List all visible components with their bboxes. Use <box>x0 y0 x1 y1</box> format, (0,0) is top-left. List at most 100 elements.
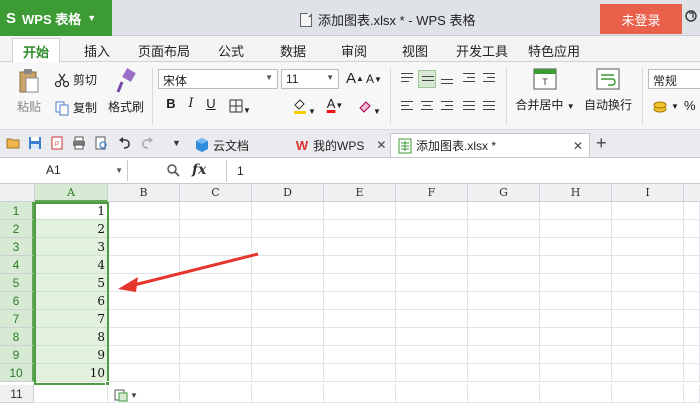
grid-cell[interactable] <box>684 385 700 403</box>
grid-cell[interactable] <box>252 292 324 310</box>
align-top-button[interactable] <box>398 70 416 88</box>
grid-cell[interactable] <box>108 328 180 346</box>
cell-a2[interactable]: 2 <box>35 220 108 238</box>
column-header-f[interactable]: F <box>396 184 468 202</box>
font-size-select[interactable]: 11 ▼ <box>281 69 339 89</box>
grid-cell[interactable] <box>468 346 540 364</box>
grid-cell[interactable] <box>396 364 468 382</box>
grid-cell[interactable] <box>396 256 468 274</box>
merge-center-button[interactable]: T 合并居中 ▼ <box>512 68 578 113</box>
font-color-button[interactable]: A▼ <box>322 96 348 116</box>
grid-cell[interactable] <box>468 328 540 346</box>
font-name-select[interactable]: 宋体 ▼ <box>158 69 278 89</box>
grid-cell[interactable] <box>324 256 396 274</box>
grid-cell[interactable] <box>468 364 540 382</box>
grid-cell[interactable] <box>324 238 396 256</box>
cell-a10[interactable]: 10 <box>35 364 108 382</box>
grid-cell[interactable] <box>396 328 468 346</box>
align-right-button[interactable] <box>438 98 456 116</box>
grid-cell[interactable] <box>684 256 700 274</box>
italic-button[interactable]: I <box>182 96 200 116</box>
grow-font-button[interactable]: A ▲ <box>346 70 364 87</box>
distribute-button[interactable] <box>480 98 498 116</box>
underline-button[interactable]: U <box>202 96 220 116</box>
grid-cell[interactable] <box>684 346 700 364</box>
tab-review[interactable]: 审阅 <box>341 41 367 60</box>
row-header[interactable]: 7 <box>0 310 34 328</box>
justify-button[interactable] <box>460 98 478 116</box>
row-header[interactable]: 6 <box>0 292 34 310</box>
grid-cell[interactable] <box>324 274 396 292</box>
bold-button[interactable]: B <box>162 96 180 116</box>
login-button[interactable]: 未登录 <box>600 4 682 34</box>
grid-cell[interactable] <box>396 310 468 328</box>
row-header[interactable]: 9 <box>0 346 34 364</box>
number-format-select[interactable]: 常规 <box>648 69 700 89</box>
tab-insert[interactable]: 插入 <box>84 41 110 60</box>
grid-cell[interactable] <box>180 310 252 328</box>
grid-cell[interactable] <box>612 346 684 364</box>
grid-cell[interactable] <box>540 346 612 364</box>
cell-a1[interactable]: 1 <box>35 202 108 220</box>
grid-cell[interactable] <box>180 202 252 220</box>
grid-cell[interactable] <box>540 328 612 346</box>
grid-cell[interactable] <box>180 385 252 403</box>
grid-cell[interactable] <box>396 220 468 238</box>
cell-a4[interactable]: 4 <box>35 256 108 274</box>
cell-a7[interactable]: 7 <box>35 310 108 328</box>
grid-cell[interactable] <box>684 328 700 346</box>
align-bottom-button[interactable] <box>438 70 456 88</box>
app-menu-button[interactable]: S WPS 表格 ▼ <box>0 0 112 36</box>
grid-cell[interactable] <box>468 220 540 238</box>
clear-format-button[interactable]: ▼ <box>356 96 382 116</box>
redo-icon[interactable] <box>140 136 154 150</box>
save-icon[interactable] <box>28 136 42 150</box>
grid-cell[interactable] <box>540 220 612 238</box>
grid-cell[interactable] <box>612 328 684 346</box>
insert-function-button[interactable]: fx <box>192 162 206 178</box>
grid-cell[interactable] <box>108 292 180 310</box>
grid-cell[interactable] <box>324 292 396 310</box>
print-icon[interactable] <box>72 136 86 150</box>
grid-cell[interactable] <box>540 385 612 403</box>
tab-home[interactable]: 开始 <box>12 38 61 63</box>
grid-cell[interactable] <box>468 256 540 274</box>
new-tab-plus-icon[interactable]: + <box>596 133 607 154</box>
grid-cell[interactable] <box>396 238 468 256</box>
spreadsheet-grid[interactable]: A B C D E F G H I 1 2 3 4 5 6 7 8 9 10 1… <box>0 184 700 407</box>
row-header[interactable]: 8 <box>0 328 34 346</box>
grid-cell[interactable] <box>540 238 612 256</box>
fill-handle[interactable] <box>105 381 110 386</box>
grid-cell[interactable] <box>468 238 540 256</box>
grid-cell[interactable] <box>396 274 468 292</box>
copy-button[interactable]: 复制 <box>54 99 97 116</box>
grid-cell[interactable] <box>684 364 700 382</box>
paste-button[interactable]: 粘贴 <box>12 68 46 115</box>
row-header[interactable]: 5 <box>0 274 34 292</box>
column-header-h[interactable]: H <box>540 184 612 202</box>
grid-cell[interactable] <box>684 292 700 310</box>
grid-cell[interactable] <box>684 310 700 328</box>
close-icon[interactable]: ✕ <box>376 138 386 152</box>
grid-cell[interactable] <box>612 310 684 328</box>
tab-developer[interactable]: 开发工具 <box>456 41 508 60</box>
export-pdf-icon[interactable]: P <box>50 136 64 150</box>
grid-cell[interactable] <box>252 328 324 346</box>
grid-cell[interactable] <box>252 346 324 364</box>
grid-cell[interactable] <box>396 385 468 403</box>
grid-cell[interactable] <box>540 274 612 292</box>
chevron-down-icon[interactable]: ▼ <box>172 138 181 148</box>
shrink-font-button[interactable]: A ▼ <box>366 72 382 86</box>
grid-cell[interactable] <box>612 292 684 310</box>
grid-cell[interactable] <box>468 292 540 310</box>
grid-cell[interactable] <box>612 274 684 292</box>
column-header-a[interactable]: A <box>35 184 108 202</box>
grid-cell[interactable] <box>396 202 468 220</box>
column-header-d[interactable]: D <box>252 184 324 202</box>
grid-cell[interactable] <box>324 328 396 346</box>
close-icon[interactable]: ✕ <box>573 139 583 153</box>
grid-cell[interactable] <box>396 292 468 310</box>
grid-cell[interactable] <box>684 274 700 292</box>
row-header[interactable]: 4 <box>0 256 34 274</box>
grid-cell[interactable] <box>108 220 180 238</box>
